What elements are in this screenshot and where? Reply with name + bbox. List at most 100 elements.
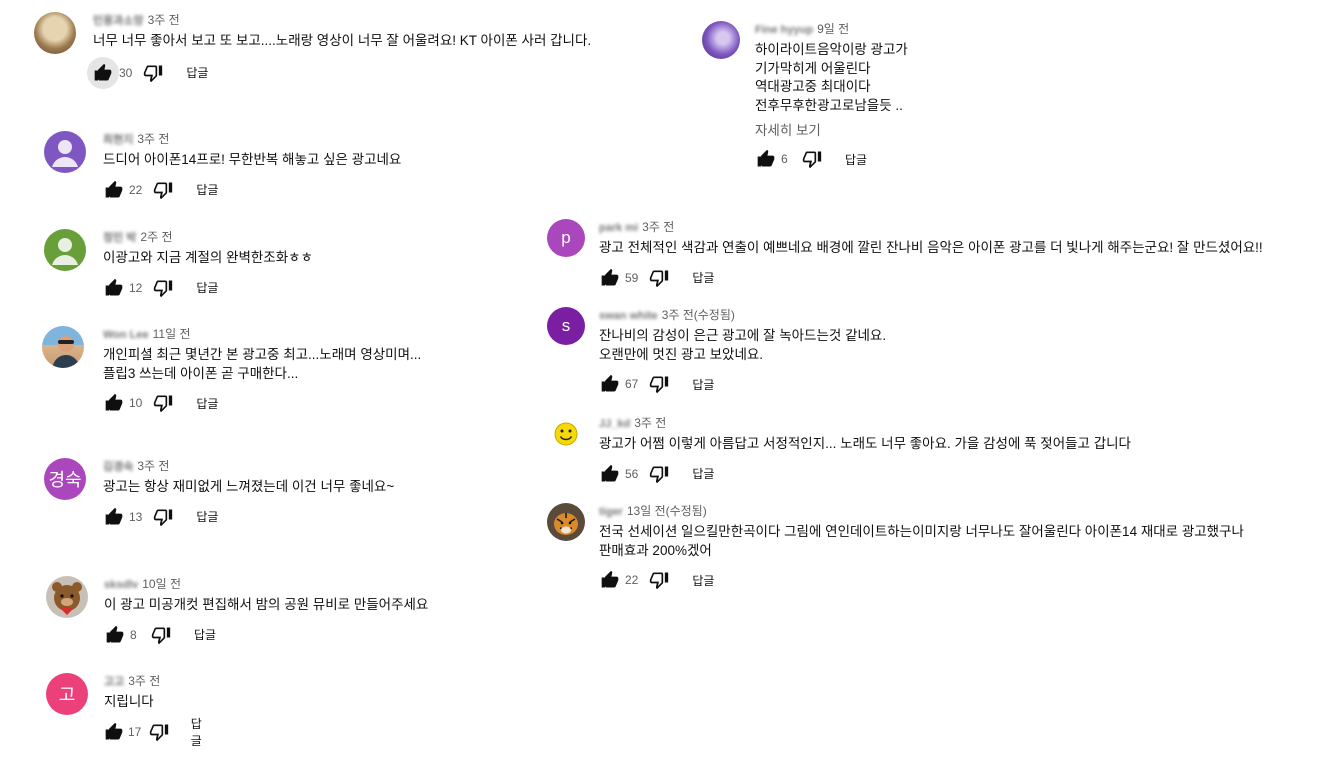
like-button[interactable] (599, 463, 621, 485)
reply-button[interactable]: 답글 (692, 572, 714, 589)
comment-time[interactable]: 3주 전 (137, 132, 169, 146)
avatar[interactable] (547, 503, 585, 541)
comment-author[interactable]: 최현지 (103, 132, 133, 148)
avatar[interactable] (44, 131, 86, 173)
dislike-button[interactable] (648, 267, 670, 289)
like-count: 12 (129, 280, 143, 295)
dislike-button[interactable] (801, 148, 823, 170)
comment-text: 이 광고 미공개컷 편집해서 밤의 공원 뮤비로 만들어주세요 (104, 597, 429, 612)
dislike-button[interactable] (152, 277, 174, 299)
dislike-button[interactable] (648, 373, 670, 395)
thumbs-down-icon (154, 509, 173, 526)
avatar[interactable]: s (547, 307, 585, 345)
like-button[interactable] (104, 721, 124, 743)
tiger-photo-icon (554, 513, 578, 535)
thumbs-up-icon (105, 507, 123, 524)
like-button[interactable] (103, 506, 125, 528)
avatar[interactable]: 고 (46, 673, 88, 715)
like-button[interactable] (599, 569, 621, 591)
comment-time[interactable]: 3주 전 (128, 674, 160, 688)
thumbs-up-icon (601, 464, 619, 481)
thumbs-down-icon (151, 627, 171, 644)
avatar[interactable]: 경숙 (44, 458, 86, 500)
like-button[interactable] (755, 148, 777, 170)
thumbs-up-icon (106, 625, 124, 642)
avatar[interactable] (547, 415, 585, 453)
teddy-bear-icon (52, 582, 82, 615)
like-button[interactable] (103, 179, 125, 201)
like-button[interactable] (599, 373, 621, 395)
like-button[interactable] (87, 56, 119, 89)
reply-button[interactable]: 답글 (194, 626, 216, 643)
thumbs-up-icon (601, 570, 619, 588)
avatar[interactable] (34, 12, 76, 54)
reply-button[interactable]: 답글 (191, 715, 209, 749)
comment-text: 드디어 아이폰14프로! 무한반복 해놓고 싶은 광고네요 (103, 152, 402, 167)
dislike-button[interactable] (152, 392, 174, 414)
reply-button[interactable]: 답글 (692, 465, 714, 482)
comment-author[interactable]: sksdlv (104, 577, 138, 593)
avatar[interactable] (46, 576, 88, 618)
like-button[interactable] (103, 392, 125, 414)
avatar[interactable] (702, 21, 740, 59)
comment-time[interactable]: 3주 전(수정됨) (662, 308, 735, 322)
comment-time[interactable]: 9일 전 (817, 22, 849, 36)
thumbs-up-icon (105, 393, 123, 411)
comment-author[interactable]: 정민 박 (103, 230, 136, 246)
dislike-button[interactable] (648, 569, 670, 591)
avatar[interactable] (44, 229, 86, 271)
like-count: 30 (119, 65, 133, 80)
like-button[interactable] (104, 624, 126, 646)
comment-author[interactable]: park mi (599, 220, 638, 236)
like-button[interactable] (599, 267, 621, 289)
reply-button[interactable]: 답글 (196, 395, 218, 412)
user-photo-icon (52, 336, 80, 368)
thumbs-up-icon (105, 180, 123, 197)
like-count: 67 (625, 377, 639, 391)
dislike-button[interactable] (149, 721, 169, 743)
dislike-button[interactable] (152, 506, 174, 528)
comment-time[interactable]: 3주 전 (137, 459, 169, 473)
comment-time[interactable]: 13일 전(수정됨) (627, 504, 707, 518)
reply-button[interactable]: 답글 (186, 64, 208, 81)
comment-text: 너무 너무 좋아서 보고 또 보고....노래랑 영상이 너무 잘 어울려요! … (93, 33, 592, 48)
comment-time[interactable]: 3주 전 (634, 416, 666, 430)
thumbs-up-icon (94, 63, 112, 80)
comment-time[interactable]: 3주 전 (148, 13, 180, 27)
comment-text: 이광고와 지금 계절의 완벽한조화ㅎㅎ (103, 250, 313, 265)
smiley-icon (554, 422, 578, 446)
default-user-icon (52, 140, 78, 167)
dislike-button[interactable] (142, 62, 164, 84)
avatar-letter: 경숙 (48, 470, 82, 490)
dislike-button[interactable] (150, 624, 172, 646)
comment-author[interactable]: JJ_kd (599, 416, 630, 432)
comment-time[interactable]: 2주 전 (140, 230, 172, 244)
like-count: 22 (129, 182, 143, 197)
comment-text: 광고가 어쩜 이렇게 아름답고 서정적인지... 노래도 너무 좋아요. 가을 … (599, 436, 1131, 451)
like-button[interactable] (103, 277, 125, 299)
dislike-button[interactable] (152, 179, 174, 201)
comment-time[interactable]: 3주 전 (642, 220, 674, 234)
comment-time[interactable]: 11일 전 (153, 327, 191, 341)
avatar[interactable] (42, 326, 84, 368)
comment-author[interactable]: 고고 (104, 674, 124, 690)
like-count: 13 (129, 509, 143, 524)
reply-button[interactable]: 답글 (692, 269, 714, 286)
reply-button[interactable]: 답글 (196, 279, 218, 296)
comment-author[interactable]: 민몽과소망 (93, 13, 144, 29)
reply-button[interactable]: 답글 (196, 181, 218, 198)
show-more-link[interactable]: 자세히 보기 (755, 119, 908, 139)
comment-author[interactable]: Fine hyyup (755, 22, 813, 38)
reply-button[interactable]: 답글 (692, 376, 714, 393)
comment-time[interactable]: 10일 전 (142, 577, 181, 591)
comment-author[interactable]: Won Lee (103, 327, 149, 343)
comment-author[interactable]: swan white (599, 308, 658, 324)
dislike-button[interactable] (648, 463, 670, 485)
thumbs-down-icon (154, 395, 173, 413)
reply-button[interactable]: 답글 (845, 151, 867, 168)
avatar[interactable]: p (547, 219, 585, 257)
comment-author[interactable]: tiger (599, 504, 623, 520)
reply-button[interactable]: 답글 (196, 508, 218, 525)
avatar-letter: s (561, 316, 571, 335)
comment-author[interactable]: 김경숙 (103, 459, 133, 475)
